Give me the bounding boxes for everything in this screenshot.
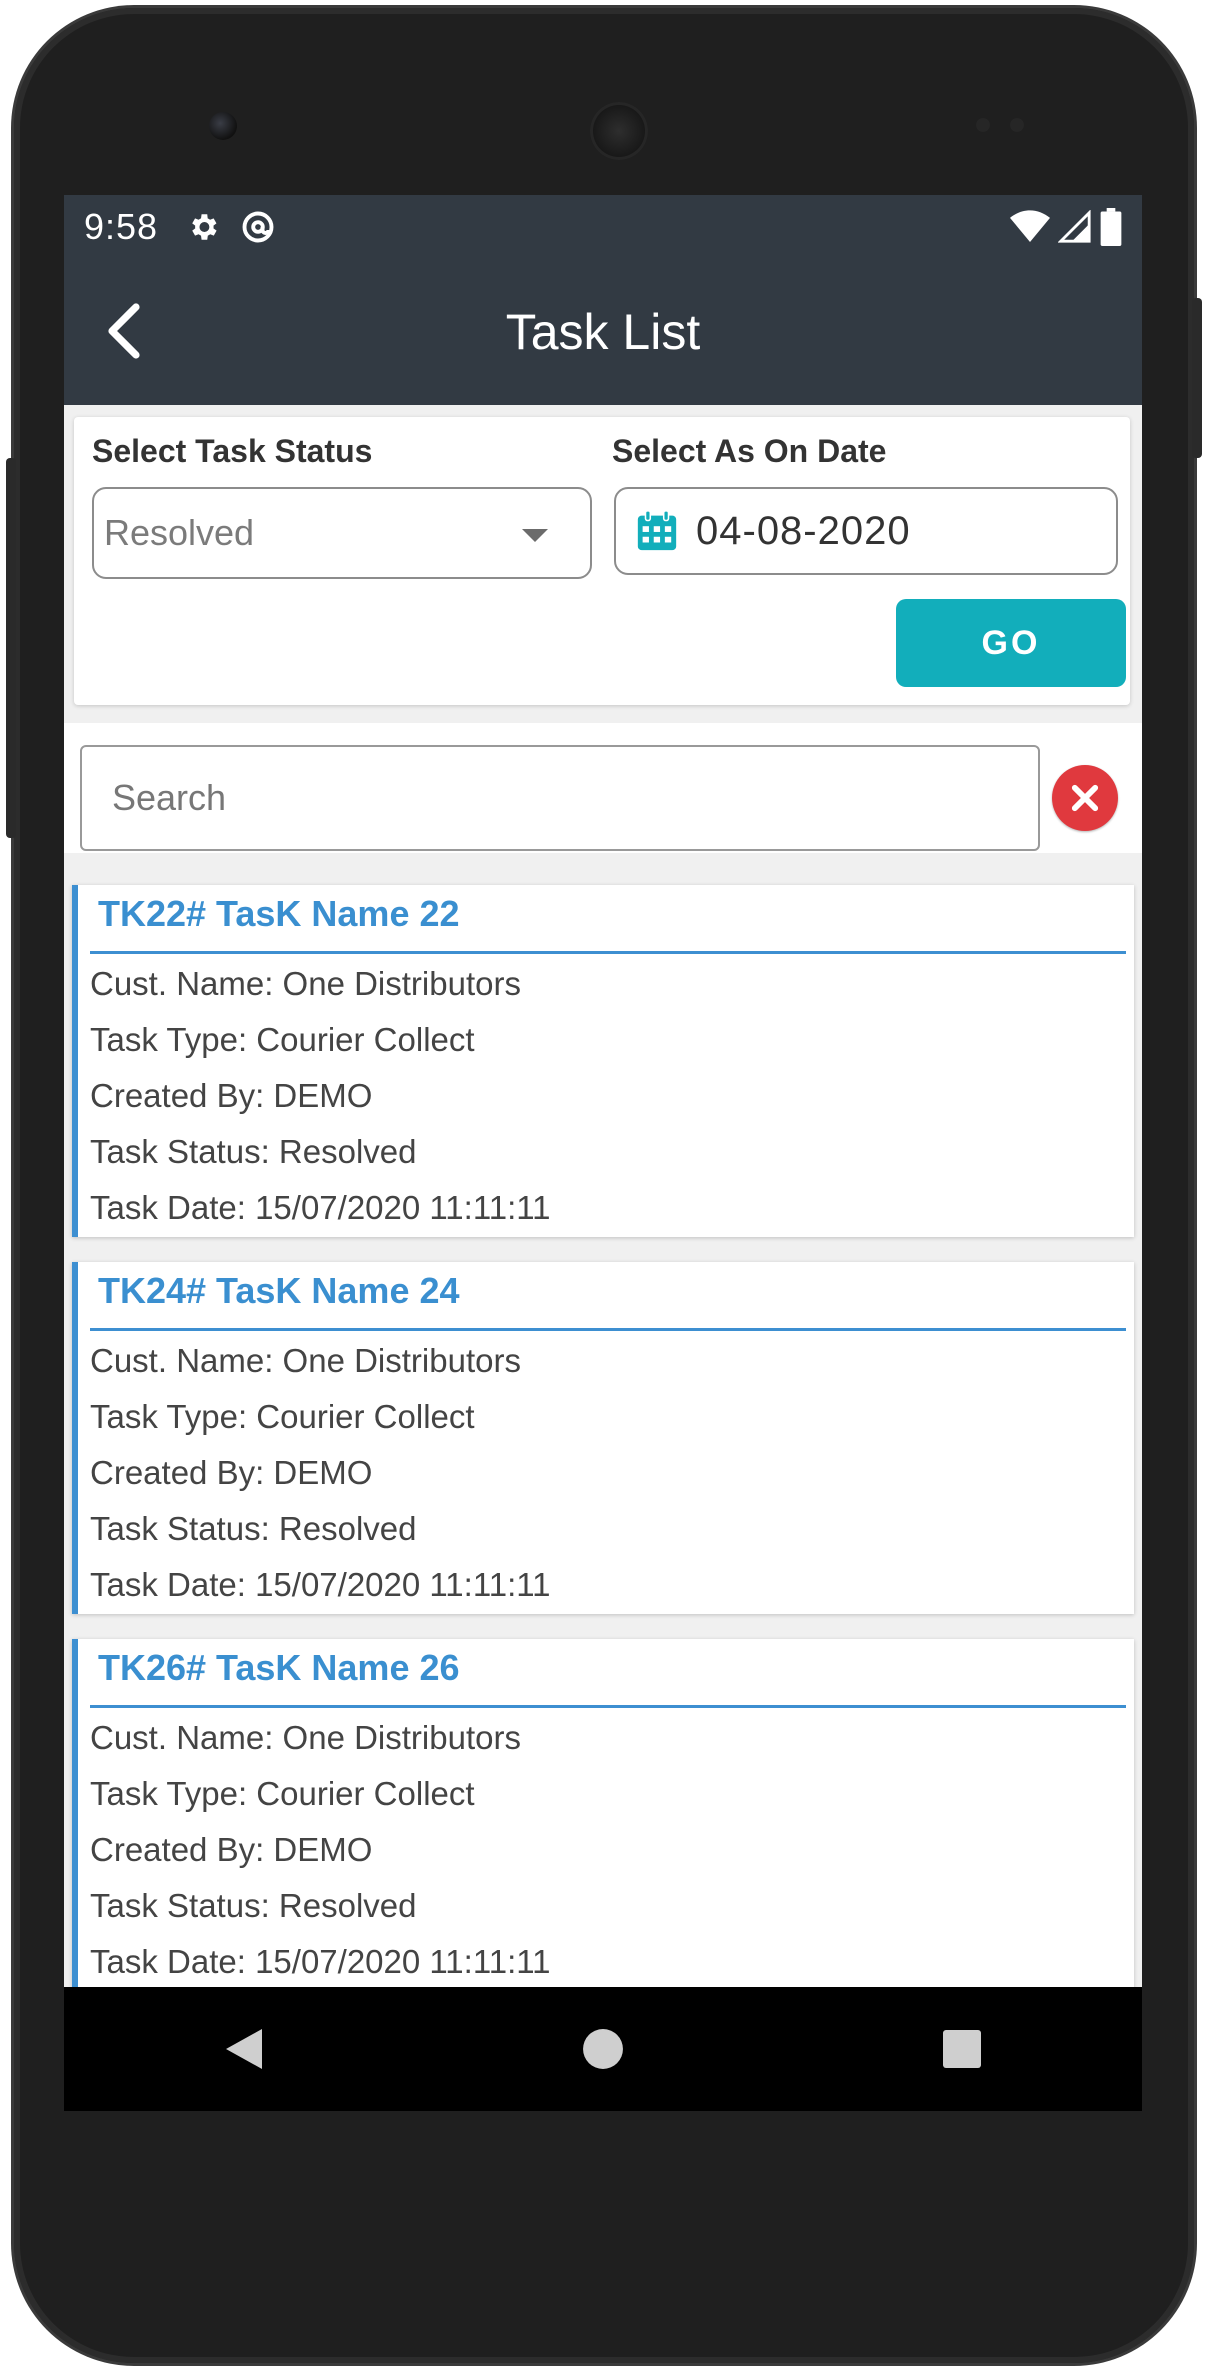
status-time: 9:58 bbox=[84, 206, 159, 247]
caret-down-icon bbox=[522, 529, 548, 542]
battery-icon bbox=[1100, 208, 1122, 246]
date-picker-field[interactable]: 04-08-2020 bbox=[614, 487, 1118, 575]
search-area: Search bbox=[64, 723, 1142, 853]
date-value: 04-08-2020 bbox=[696, 508, 911, 553]
nav-home-icon[interactable] bbox=[563, 2009, 643, 2089]
go-button[interactable]: GO bbox=[896, 599, 1126, 687]
nav-back-icon[interactable] bbox=[204, 2009, 284, 2089]
task-title: TK22# TasK Name 22 bbox=[98, 893, 460, 934]
task-date: Task Date: 15/07/2020 11:11:11 bbox=[90, 1943, 551, 1980]
app-bar: Task List bbox=[64, 259, 1142, 405]
task-status: Task Status: Resolved bbox=[90, 1510, 417, 1547]
close-icon bbox=[1068, 781, 1102, 815]
task-created-by: Created By: DEMO bbox=[90, 1077, 373, 1114]
signal-icon bbox=[1058, 210, 1092, 244]
task-date: Task Date: 15/07/2020 11:11:11 bbox=[90, 1566, 551, 1603]
calendar-icon bbox=[634, 508, 680, 554]
task-customer: Cust. Name: One Distributors bbox=[90, 1719, 521, 1756]
clear-search-button[interactable] bbox=[1052, 765, 1118, 831]
search-placeholder: Search bbox=[112, 777, 227, 818]
task-title: TK24# TasK Name 24 bbox=[98, 1270, 460, 1311]
task-date: Task Date: 15/07/2020 11:11:11 bbox=[90, 1189, 551, 1226]
task-card[interactable]: TK22# TasK Name 22 Cust. Name: One Distr… bbox=[72, 885, 1134, 1237]
earpiece-speaker bbox=[590, 102, 648, 160]
task-card[interactable]: TK26# TasK Name 26 Cust. Name: One Distr… bbox=[72, 1639, 1134, 1991]
nav-recents-icon[interactable] bbox=[922, 2009, 1002, 2089]
status-bar: 9:58 bbox=[64, 195, 1142, 259]
task-customer: Cust. Name: One Distributors bbox=[90, 965, 521, 1002]
light-sensor bbox=[1010, 118, 1024, 132]
task-type: Task Type: Courier Collect bbox=[90, 1775, 475, 1812]
task-type: Task Type: Courier Collect bbox=[90, 1021, 475, 1058]
task-created-by: Created By: DEMO bbox=[90, 1454, 373, 1491]
task-customer: Cust. Name: One Distributors bbox=[90, 1342, 521, 1379]
search-input[interactable]: Search bbox=[80, 745, 1040, 851]
task-status: Task Status: Resolved bbox=[90, 1887, 417, 1924]
gear-icon bbox=[186, 210, 220, 244]
page-title: Task List bbox=[505, 304, 701, 360]
task-created-by: Created By: DEMO bbox=[90, 1831, 373, 1868]
wifi-icon bbox=[1010, 210, 1050, 244]
proximity-sensor bbox=[976, 118, 990, 132]
front-camera bbox=[209, 112, 237, 140]
task-type: Task Type: Courier Collect bbox=[90, 1398, 475, 1435]
title-divider bbox=[90, 1328, 1126, 1331]
task-status-value: Resolved bbox=[104, 512, 255, 553]
status-right-icons bbox=[1010, 208, 1122, 246]
task-card[interactable]: TK24# TasK Name 24 Cust. Name: One Distr… bbox=[72, 1262, 1134, 1614]
filter-card: Select Task Status Select As On Date Res… bbox=[74, 417, 1130, 705]
date-label: Select As On Date bbox=[612, 433, 887, 469]
title-divider bbox=[90, 1705, 1126, 1708]
task-status-select[interactable]: Resolved bbox=[92, 487, 592, 579]
at-sign-icon bbox=[240, 209, 276, 245]
power-button bbox=[6, 458, 16, 838]
chevron-left-icon[interactable] bbox=[94, 301, 154, 361]
volume-button bbox=[1192, 298, 1202, 458]
system-nav-bar bbox=[64, 1987, 1142, 2111]
title-divider bbox=[90, 951, 1126, 954]
task-status-label: Select Task Status bbox=[92, 433, 373, 469]
screen: 9:58 Task List Select Task Status Select… bbox=[64, 195, 1142, 2111]
task-status: Task Status: Resolved bbox=[90, 1133, 417, 1170]
task-title: TK26# TasK Name 26 bbox=[98, 1647, 460, 1688]
